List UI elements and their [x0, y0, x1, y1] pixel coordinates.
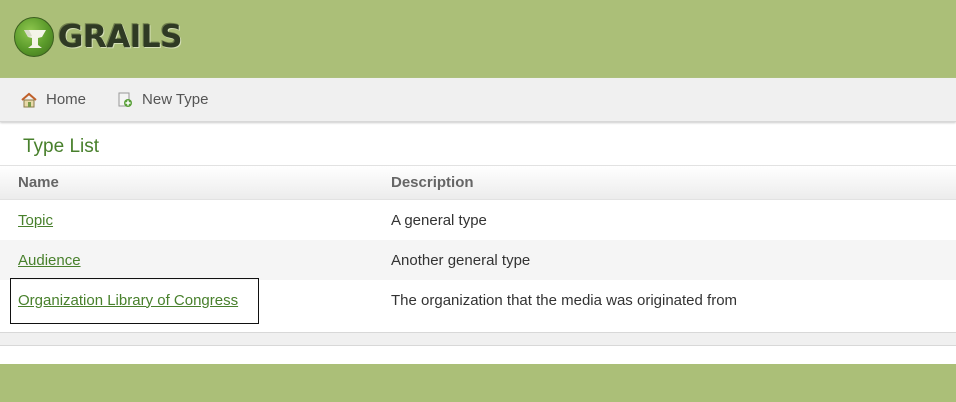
- column-header-name[interactable]: Name: [0, 174, 391, 191]
- home-label: Home: [46, 91, 87, 108]
- pagination-bar: [0, 332, 956, 346]
- type-description: The organization that the media was orig…: [391, 291, 738, 309]
- type-description: A general type: [391, 211, 487, 229]
- new-document-icon: [116, 92, 134, 108]
- home-icon: [20, 92, 38, 108]
- grails-logo-icon: [14, 17, 54, 57]
- type-link[interactable]: Organization Library of Congress: [18, 292, 238, 309]
- header-bar: GRAILS: [0, 0, 956, 78]
- home-link[interactable]: Home: [20, 91, 86, 108]
- grails-logo[interactable]: GRAILS: [14, 15, 182, 59]
- nav-bar: Home New Type: [0, 78, 956, 122]
- table-row: Organization Library of Congress The org…: [0, 280, 956, 320]
- type-description: Another general type: [391, 251, 531, 269]
- table-header: Name Description: [0, 166, 956, 200]
- type-link[interactable]: Topic: [18, 212, 53, 229]
- type-link[interactable]: Audience: [18, 252, 81, 269]
- new-type-link[interactable]: New Type: [116, 91, 208, 108]
- logo-text: GRAILS: [58, 19, 182, 55]
- type-list-table: Name Description Topic A general type Au…: [0, 165, 956, 320]
- footer-bar: [0, 364, 956, 402]
- column-header-description[interactable]: Description: [391, 174, 956, 191]
- table-row: Topic A general type: [0, 200, 956, 240]
- new-type-label: New Type: [142, 91, 209, 108]
- table-row: Audience Another general type: [0, 240, 956, 280]
- page-title: Type List: [23, 136, 100, 157]
